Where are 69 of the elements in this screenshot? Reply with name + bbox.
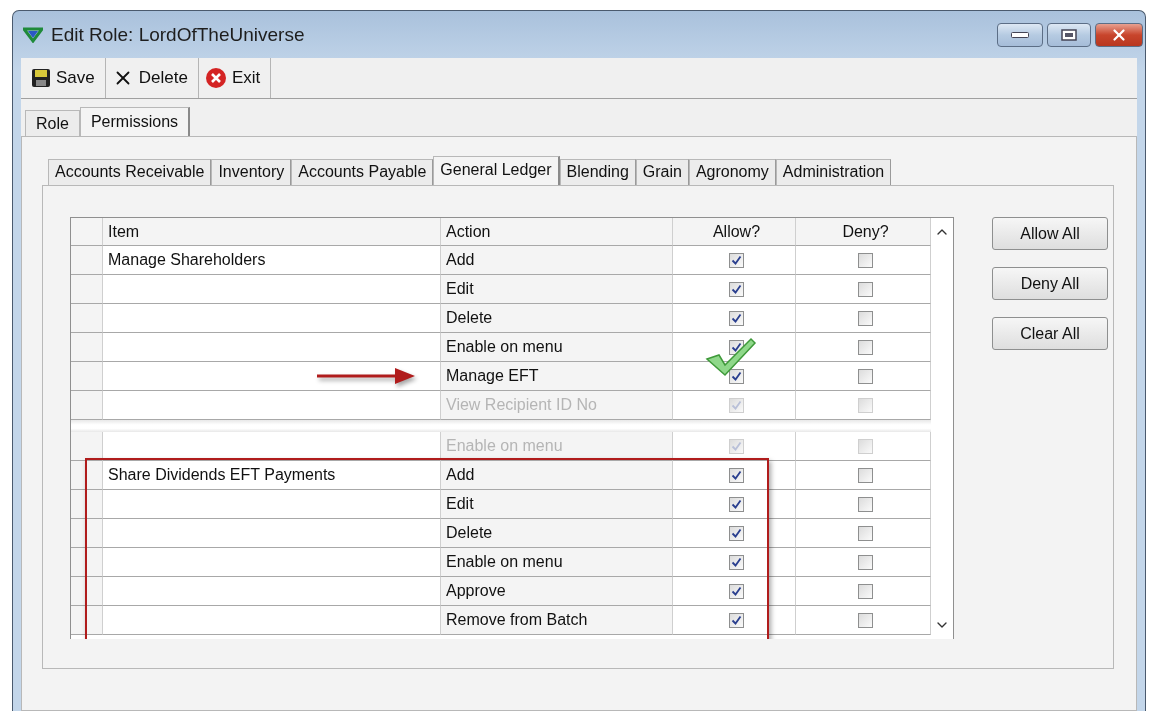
action-cell: Edit (441, 490, 673, 519)
action-cell: Enable on menu (441, 333, 673, 362)
checkbox[interactable] (729, 554, 744, 570)
action-cell: Add (441, 461, 673, 490)
checkbox[interactable] (858, 339, 873, 355)
side-button[interactable]: Clear All (992, 317, 1108, 350)
checkbox[interactable] (858, 438, 873, 454)
checkbox[interactable] (858, 310, 873, 326)
checkbox[interactable] (729, 397, 744, 413)
toolbar-button[interactable]: Exit (198, 58, 272, 98)
checkbox[interactable] (858, 281, 873, 297)
tab[interactable]: General Ledger (433, 156, 560, 186)
tab[interactable]: Agronomy (688, 159, 776, 185)
checkbox[interactable] (858, 583, 873, 599)
close-circle-icon (204, 67, 227, 89)
checkbox[interactable] (729, 612, 744, 628)
column-header: Allow? (673, 218, 796, 246)
action-cell: Manage EFT (441, 362, 673, 391)
checkbox[interactable] (729, 281, 744, 297)
minimize-button[interactable] (997, 22, 1043, 47)
checkbox[interactable] (729, 525, 744, 541)
column-header: Action (441, 218, 673, 246)
window-title: Edit Role: LordOfTheUniverse (51, 23, 305, 46)
action-cell: Delete (441, 304, 673, 333)
tab[interactable]: Blending (559, 159, 636, 185)
action-cell: Edit (441, 275, 673, 304)
action-cell: Delete (441, 519, 673, 548)
checkbox[interactable] (858, 397, 873, 413)
checkbox[interactable] (729, 496, 744, 512)
close-button[interactable] (1095, 22, 1143, 47)
checkbox[interactable] (858, 368, 873, 384)
side-button[interactable]: Deny All (992, 267, 1108, 300)
checkbox[interactable] (729, 310, 744, 326)
checkbox[interactable] (858, 525, 873, 541)
action-cell: Enable on menu (441, 548, 673, 577)
maximize-button[interactable] (1047, 22, 1091, 47)
tab[interactable]: Accounts Receivable (48, 159, 212, 185)
action-cell: Approve (441, 577, 673, 606)
action-cell: Remove from Batch (441, 606, 673, 635)
checkbox[interactable] (858, 467, 873, 483)
checkbox[interactable] (858, 612, 873, 628)
checkbox[interactable] (729, 467, 744, 483)
checkbox[interactable] (858, 252, 873, 268)
checkbox[interactable] (729, 438, 744, 454)
column-header: Item (103, 218, 441, 246)
checkbox[interactable] (858, 496, 873, 512)
toolbar-button[interactable]: Save (25, 58, 106, 98)
checkbox[interactable] (729, 252, 744, 268)
tab[interactable]: Permissions (79, 107, 191, 137)
action-cell: Add (441, 246, 673, 275)
action-cell: Enable on menu (441, 432, 673, 461)
tab[interactable]: Inventory (211, 159, 292, 185)
check-mark-drawing (705, 337, 757, 377)
tab[interactable]: Accounts Payable (291, 159, 434, 185)
tab[interactable]: Role (25, 110, 80, 136)
checkbox[interactable] (729, 583, 744, 599)
column-header: Deny? (796, 218, 931, 246)
toolbar-button[interactable]: Delete (105, 58, 199, 98)
side-button[interactable]: Allow All (992, 217, 1108, 250)
action-cell: View Recipient ID No (441, 391, 673, 420)
checkbox[interactable] (729, 368, 744, 384)
maximize-icon[interactable] (1061, 28, 1077, 41)
tab[interactable]: Grain (635, 159, 689, 185)
app-logo-icon (23, 26, 43, 43)
minimize-icon[interactable] (1011, 31, 1029, 38)
item-cell: Manage Shareholders (103, 246, 441, 275)
checkbox[interactable] (858, 554, 873, 570)
tab[interactable]: Administration (775, 159, 892, 185)
item-cell: Share Dividends EFT Payments (103, 461, 441, 490)
